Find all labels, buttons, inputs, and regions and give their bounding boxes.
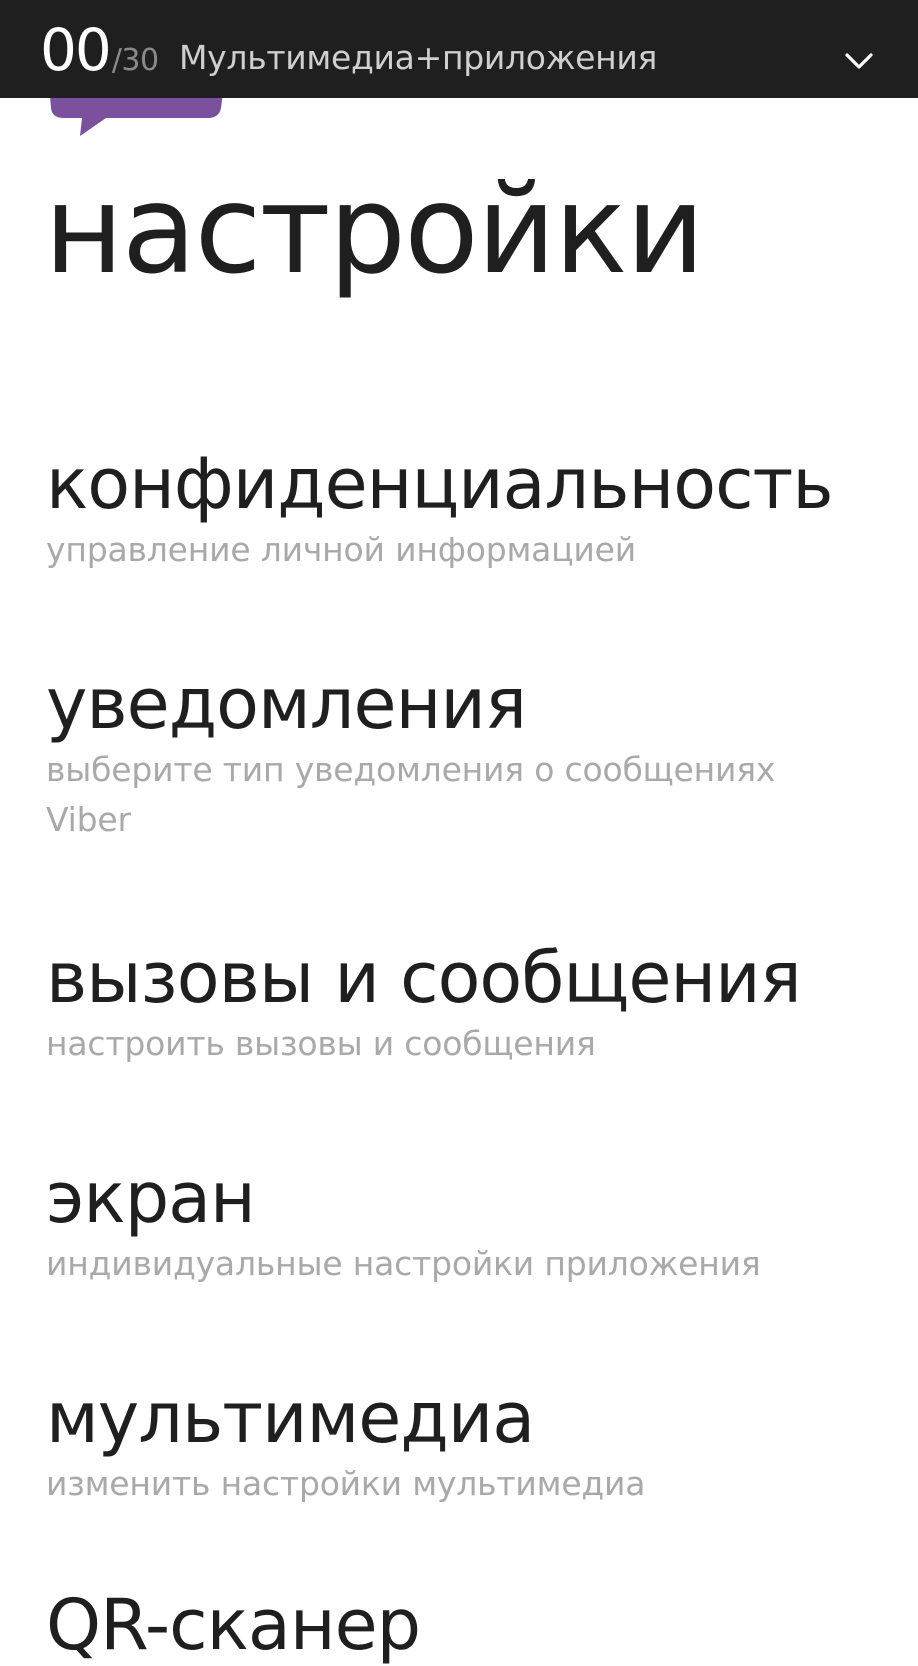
slide-counter: 00 /30 (40, 18, 159, 82)
settings-item-title: мультимедиа (46, 1377, 535, 1459)
settings-item-title: уведомления (46, 663, 527, 745)
top-bar-title: Мультимедиа+приложения (179, 38, 658, 77)
settings-item-multimedia[interactable]: мультимедиа изменить настройки мультимед… (46, 1377, 886, 1509)
settings-item-qr-scanner[interactable]: QR-сканер (46, 1584, 886, 1666)
settings-item-calls-messages[interactable]: вызовы и сообщения настроить вызовы и со… (46, 937, 886, 1069)
settings-item-notifications[interactable]: уведомления выберите тип уведомления о с… (46, 663, 886, 845)
page-title: настройки (44, 159, 705, 301)
settings-item-title: конфиденциальность (46, 443, 834, 525)
settings-item-subtitle: управление личной информацией (46, 530, 637, 569)
settings-item-subtitle: настроить вызовы и сообщения (46, 1024, 596, 1063)
settings-item-subtitle: индивидуальные настройки приложения (46, 1244, 761, 1283)
settings-item-title: экран (46, 1157, 256, 1239)
top-bar: 00 /30 Мультимедиа+приложения (0, 0, 918, 98)
settings-item-subtitle: изменить настройки мультимедиа (46, 1464, 646, 1503)
settings-item-subtitle: выберите тип уведомления о сообщениях Vi… (46, 750, 776, 839)
counter-total: /30 (111, 43, 159, 78)
chevron-down-icon[interactable] (844, 46, 874, 76)
settings-item-privacy[interactable]: конфиденциальность управление личной инф… (46, 443, 886, 575)
counter-current: 00 (40, 16, 112, 84)
settings-item-title: вызовы и сообщения (46, 937, 802, 1019)
settings-item-title: QR-сканер (46, 1584, 421, 1666)
settings-item-display[interactable]: экран индивидуальные настройки приложени… (46, 1157, 886, 1289)
